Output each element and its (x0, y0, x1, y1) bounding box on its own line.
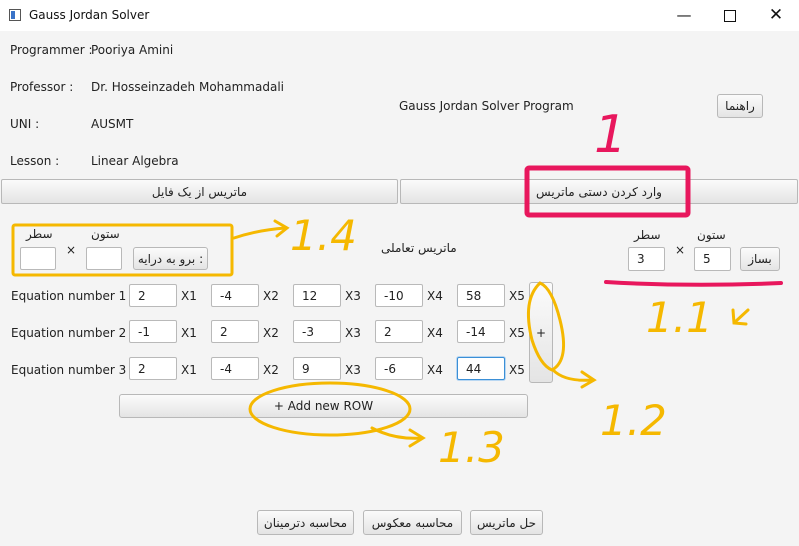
variable-label: X4 (427, 363, 443, 377)
file-cols-input[interactable] (86, 247, 122, 270)
equation-label: Equation number 3 : (11, 363, 135, 377)
build-cols-input[interactable]: 5 (694, 247, 731, 271)
professor-value: Dr. Hosseinzadeh Mohammadali (91, 80, 284, 94)
arrow-to-1-3 (370, 426, 424, 440)
coefficient-input[interactable]: -4 (211, 284, 259, 307)
maximize-icon[interactable] (707, 0, 753, 31)
coefficient-input[interactable]: 2 (211, 320, 259, 343)
variable-label: X4 (427, 289, 443, 303)
arrow-to-1-2 (551, 368, 594, 382)
build-cols-label: ستون (697, 228, 726, 242)
minimize-icon[interactable]: — (661, 0, 707, 31)
variable-label: X5 (509, 289, 525, 303)
annotation-1: 1 (594, 105, 627, 165)
programmer-label: Programmer : (10, 43, 93, 57)
variable-label: X4 (427, 326, 443, 340)
help-button[interactable]: راهنما (717, 94, 763, 118)
coefficient-input[interactable]: 12 (293, 284, 341, 307)
variable-label: X5 (509, 326, 525, 340)
app-icon (9, 9, 21, 21)
determinant-button[interactable]: محاسبه دترمینان (257, 510, 354, 535)
add-column-button[interactable]: + (529, 282, 553, 383)
coefficient-input[interactable]: 9 (293, 357, 341, 380)
coefficient-input[interactable]: 2 (375, 320, 423, 343)
tab-manual-entry[interactable]: وارد کردن دستی ماتریس (400, 179, 798, 204)
equation-label: Equation number 1 : (11, 289, 135, 303)
build-times-sign: × (675, 243, 686, 257)
close-icon[interactable]: ✕ (753, 0, 799, 31)
variable-label: X2 (263, 326, 279, 340)
arrow-to-1-4 (232, 226, 287, 240)
program-title: Gauss Jordan Solver Program (399, 99, 574, 113)
file-rows-input[interactable] (20, 247, 56, 270)
arrow-head-1-3 (408, 428, 426, 448)
interactive-matrix-label: ماتریس تعاملی (381, 241, 457, 255)
arrow-head-1-1 (731, 308, 748, 326)
annotation-1-4: 1.4 (290, 211, 357, 260)
solve-button[interactable]: حل ماتریس (470, 510, 543, 535)
annotation-1-3: 1.3 (438, 423, 505, 472)
coefficient-input[interactable]: -10 (375, 284, 423, 307)
arrow-1-1 (733, 308, 750, 324)
coefficient-input[interactable]: 2 (129, 357, 177, 380)
file-times-sign: × (66, 243, 77, 257)
variable-label: X3 (345, 326, 361, 340)
build-rows-input[interactable]: 3 (628, 247, 665, 271)
coefficient-input[interactable]: -4 (211, 357, 259, 380)
go-to-cell-button[interactable]: برو به درایه : (133, 247, 208, 270)
build-button[interactable]: بساز (740, 247, 780, 271)
arrow-head-1-4 (273, 219, 290, 238)
variable-label: X1 (181, 289, 197, 303)
coefficient-input[interactable]: -3 (293, 320, 341, 343)
add-row-button[interactable]: + Add new ROW (119, 394, 528, 418)
variable-label: X1 (181, 326, 197, 340)
inverse-button[interactable]: محاسبه معکوس (363, 510, 462, 535)
professor-label: Professor : (10, 80, 74, 94)
coefficient-input-focused[interactable]: 44 (457, 357, 505, 380)
coefficient-input[interactable]: 2 (129, 284, 177, 307)
uni-value: AUSMT (91, 117, 134, 131)
variable-label: X3 (345, 363, 361, 377)
uni-label: UNI : (10, 117, 40, 131)
lesson-label: Lesson : (10, 154, 60, 168)
file-rows-label: سطر (26, 227, 53, 241)
variable-label: X5 (509, 363, 525, 377)
variable-label: X2 (263, 363, 279, 377)
window-title: Gauss Jordan Solver (29, 8, 150, 22)
coefficient-input[interactable]: -14 (457, 320, 505, 343)
coefficient-input[interactable]: -6 (375, 357, 423, 380)
file-cols-label: ستون (91, 227, 120, 241)
variable-label: X3 (345, 289, 361, 303)
build-section-underline (604, 280, 783, 287)
annotation-1-2: 1.2 (600, 396, 667, 445)
annotation-1-1: 1.1 (646, 293, 713, 342)
arrow-head-1-2 (580, 370, 597, 389)
programmer-value: Pooriya Amini (91, 43, 174, 57)
variable-label: X1 (181, 363, 197, 377)
tab-from-file[interactable]: ماتریس از یک فایل (1, 179, 398, 204)
build-rows-label: سطر (634, 228, 661, 242)
equation-label: Equation number 2 : (11, 326, 135, 340)
variable-label: X2 (263, 289, 279, 303)
title-bar[interactable]: Gauss Jordan Solver — ✕ (0, 0, 799, 31)
lesson-value: Linear Algebra (91, 154, 179, 168)
coefficient-input[interactable]: 58 (457, 284, 505, 307)
coefficient-input[interactable]: -1 (129, 320, 177, 343)
